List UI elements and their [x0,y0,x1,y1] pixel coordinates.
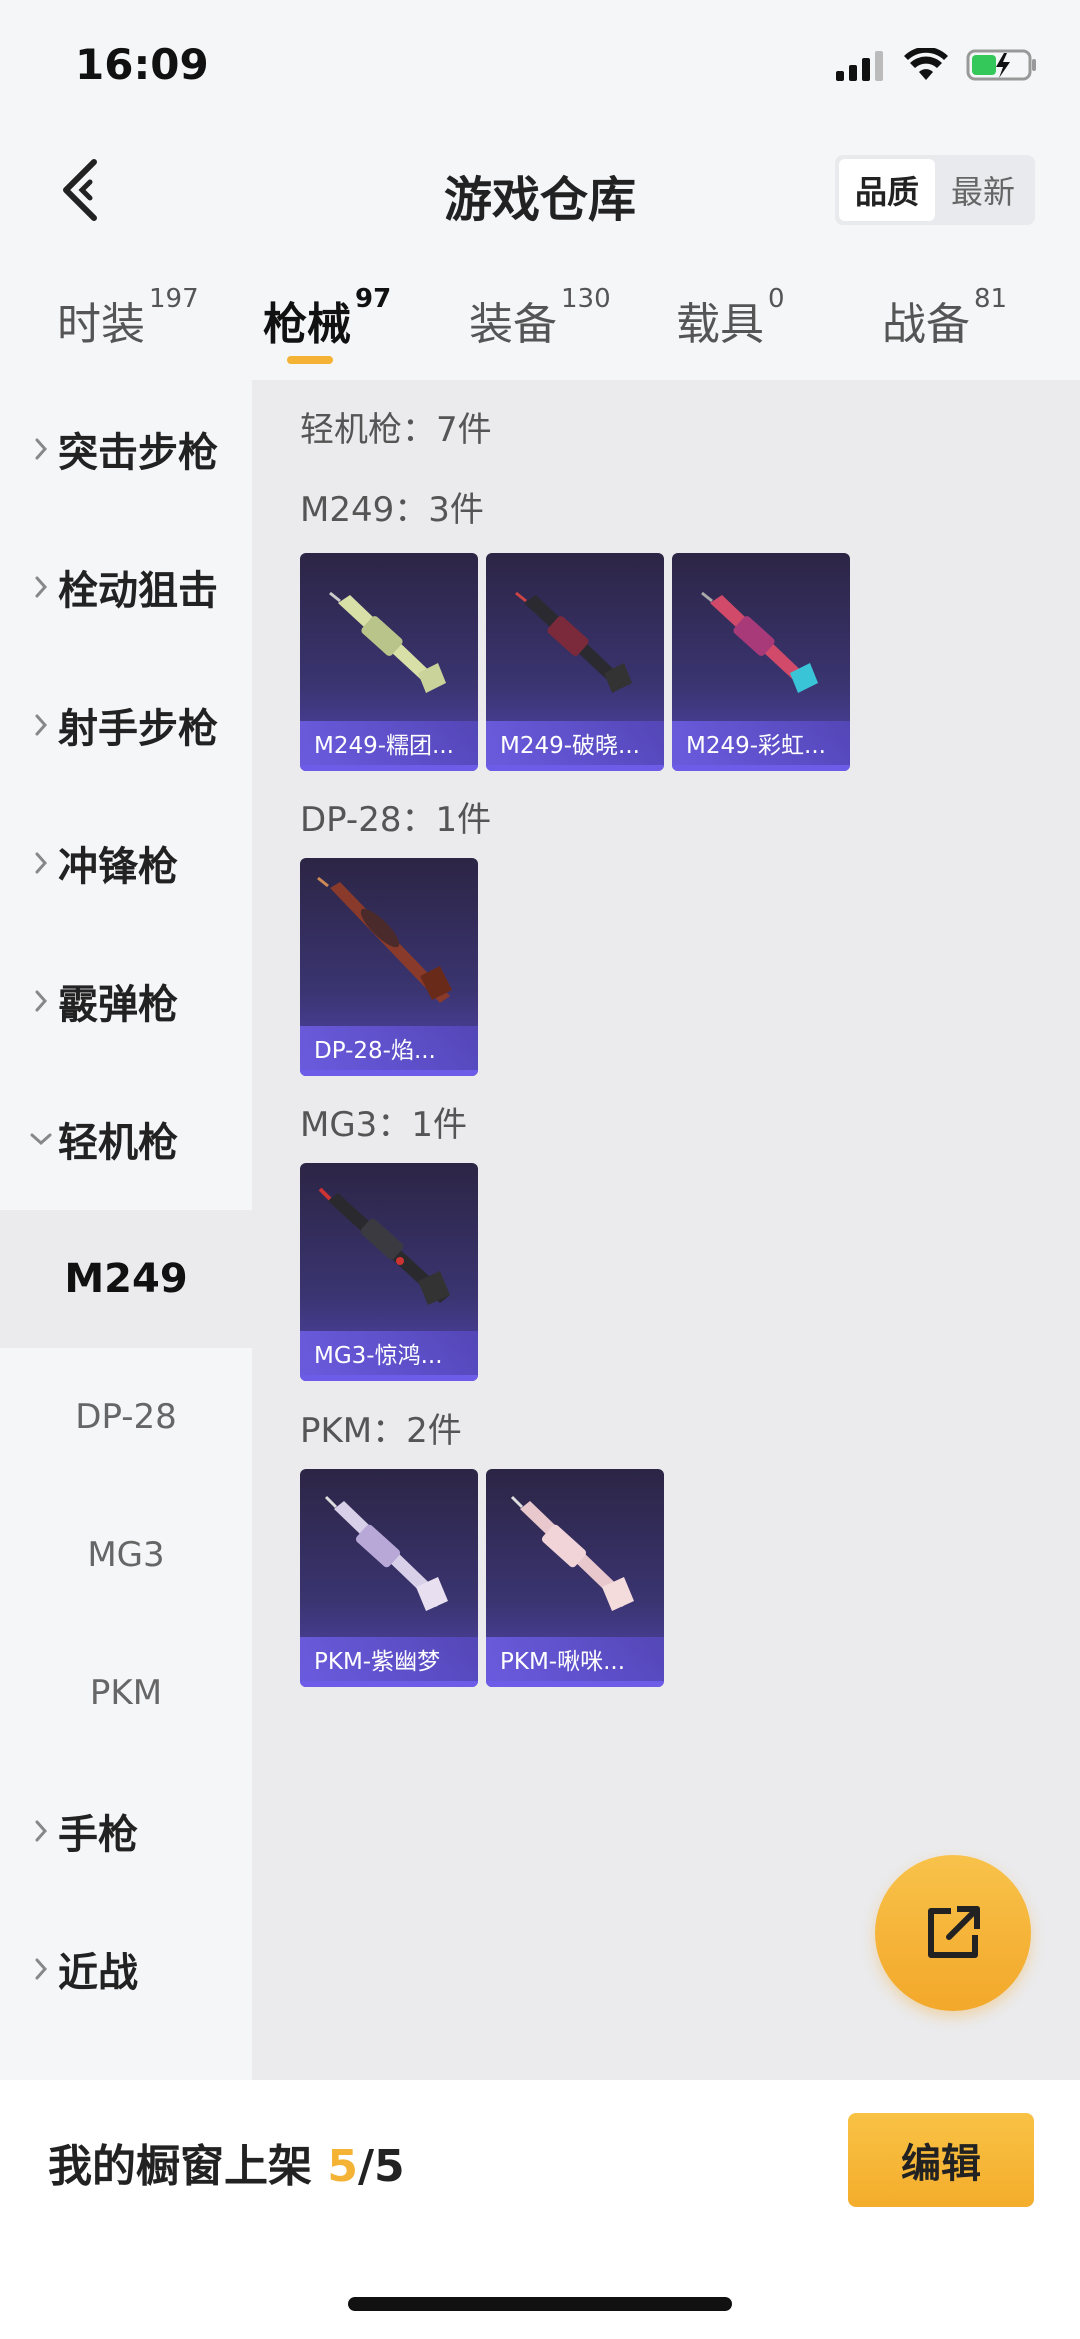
sidebar-subitem-pkm[interactable]: PKM [0,1624,252,1762]
sidebar-item-bolt-sniper[interactable]: 栓动狙击 [0,518,252,656]
edit-button[interactable]: 编辑 [848,2113,1034,2207]
mg3-skin-image [318,1187,450,1305]
m249-skin-image [329,591,446,693]
chevron-right-icon [35,1820,48,1842]
group-title: PKM：2件 [300,1411,462,1451]
item-card[interactable]: M249-糯团... [300,553,478,771]
tab-label: 战备 [882,299,970,350]
signal-icon [836,51,883,81]
tab-label: 装备 [469,299,557,350]
sidebar-subitem-m249[interactable]: M249 [0,1210,252,1348]
sidebar-item-label: 栓动狙击 [58,568,218,614]
item-card[interactable]: DP-28-焰... [300,858,478,1076]
sidebar-item-label: 手枪 [58,1812,138,1858]
tab-count: 130 [561,284,611,314]
item-grid-panel: 轻机枪：7件 M249：3件 M249-糯团... M249-破晓... M24… [252,380,1080,2080]
item-card[interactable]: PKM-啾咪... [486,1469,664,1687]
dp28-skin-image [317,876,452,1003]
sidebar-subitem-mg3[interactable]: MG3 [0,1486,252,1624]
category-tabs: 时装 197 枪械 97 装备 130 载具 0 战备 81 [0,268,1080,378]
item-name: M249-彩虹... [672,721,850,765]
group-title: MG3：1件 [300,1105,467,1145]
tab-battle-prep[interactable]: 战备 81 [882,284,1007,352]
share-fab-button[interactable] [875,1855,1031,2011]
header: 游戏仓库 品质 最新 [0,130,1080,250]
tab-equipment[interactable]: 装备 130 [469,284,611,352]
sidebar-item-label: 近战 [58,1950,138,1996]
item-name: DP-28-焰... [300,1026,478,1070]
item-name: M249-糯团... [300,721,478,765]
item-name: M249-破晓... [486,721,664,765]
item-card[interactable]: M249-破晓... [486,553,664,771]
tab-label: 枪械 [263,299,351,350]
item-card[interactable]: M249-彩虹... [672,553,850,771]
showcase-count: 5 [327,2141,358,2192]
sort-quality-button[interactable]: 品质 [839,159,935,221]
tab-label: 时装 [57,299,145,350]
status-time: 16:09 [75,40,209,89]
sort-toggle: 品质 最新 [835,155,1035,225]
battery-icon [966,49,1036,81]
sidebar-item-marksman-rifle[interactable]: 射手步枪 [0,656,252,794]
sidebar-item-label: 霰弹枪 [58,982,178,1028]
tab-count: 81 [974,284,1008,314]
item-card[interactable]: MG3-惊鸿... [300,1163,478,1381]
chevron-right-icon [35,438,48,460]
chevron-right-icon [35,852,48,874]
wifi-icon [904,48,948,80]
tab-vehicles[interactable]: 载具 0 [676,284,785,352]
chevron-right-icon [35,1958,48,1980]
category-summary: 轻机枪：7件 [300,410,492,450]
sidebar-item-assault-rifle[interactable]: 突击步枪 [0,380,252,518]
status-bar: 16:09 [0,0,1080,130]
m249-skin-image [515,591,632,693]
showcase-label-text: 我的橱窗上架 [48,2141,328,2192]
tab-active-indicator [287,356,333,364]
sidebar-item-shotgun[interactable]: 霰弹枪 [0,932,252,1070]
sidebar-subitem-dp28[interactable]: DP-28 [0,1348,252,1486]
tab-label: 载具 [676,299,764,350]
sidebar-item-label: 射手步枪 [58,706,218,752]
sidebar-item-lmg[interactable]: 轻机枪 [0,1070,252,1208]
chevron-right-icon [35,576,48,598]
chevron-right-icon [35,714,48,736]
item-name: MG3-惊鸿... [300,1331,478,1375]
home-indicator[interactable] [348,2297,732,2311]
sort-newest-button[interactable]: 最新 [935,159,1031,221]
showcase-label: 我的橱窗上架 5/5 [48,2130,405,2194]
sidebar-item-pistol[interactable]: 手枪 [0,1762,252,1900]
chevron-down-icon [30,1133,52,1146]
sidebar-item-label: 轻机枪 [58,1120,178,1166]
showcase-total: /5 [357,2141,405,2192]
group-title: M249：3件 [300,490,484,530]
group-title: DP-28：1件 [300,800,492,840]
tab-firearms[interactable]: 枪械 97 [263,284,391,352]
item-name: PKM-紫幽梦 [300,1637,478,1681]
chevron-right-icon [35,990,48,1012]
status-icons [834,48,1038,82]
tab-count: 97 [355,284,392,314]
sidebar: 突击步枪 栓动狙击 射手步枪 冲锋枪 霰弹枪 轻机枪 M249 DP-28 MG… [0,380,252,2080]
tab-count: 0 [768,284,785,314]
sidebar-item-label: 突击步枪 [58,430,218,476]
external-link-icon [928,1906,980,1958]
sidebar-item-label: 冲锋枪 [58,844,178,890]
tab-fashion[interactable]: 时装 197 [57,284,199,352]
sidebar-item-smg[interactable]: 冲锋枪 [0,794,252,932]
sidebar-item-melee[interactable]: 近战 [0,1900,252,2038]
pkm-skin-image [324,1495,448,1611]
pkm-skin-image [510,1495,634,1611]
item-card[interactable]: PKM-紫幽梦 [300,1469,478,1687]
item-name: PKM-啾咪... [486,1637,664,1681]
tab-count: 197 [149,284,199,314]
m249-skin-image [701,591,818,693]
